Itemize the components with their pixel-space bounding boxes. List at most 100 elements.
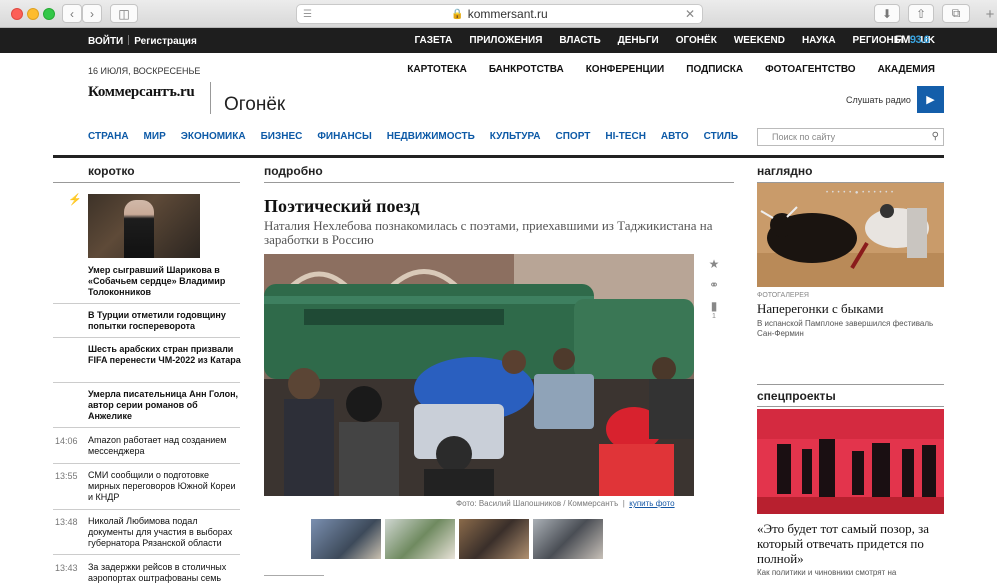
left-heading-line: [53, 182, 240, 183]
secnav-photoagency[interactable]: ФОТОАГЕНТСТВО: [765, 64, 855, 75]
search-input[interactable]: Поиск по сайту ⚲: [757, 128, 944, 146]
gallery-description[interactable]: В испанской Памплоне завершился фестивал…: [757, 319, 947, 339]
news-item[interactable]: За задержки рейсов в столичных аэропорта…: [88, 562, 241, 584]
site-logo[interactable]: Коммерсантъ.ru: [88, 84, 195, 101]
gallery-photo[interactable]: [757, 183, 944, 287]
search-icon[interactable]: ⚲: [932, 131, 939, 142]
section-title[interactable]: Огонёк: [224, 94, 285, 116]
top-nav-weekend[interactable]: WEEKEND: [734, 35, 785, 46]
favorite-star-icon[interactable]: ★: [704, 257, 724, 271]
lightning-icon: ⚡: [68, 194, 82, 206]
gallery-title[interactable]: Наперегонки с быками: [757, 301, 883, 317]
secondary-nav: КАРТОТЕКА БАНКРОТСТВА КОНФЕРЕНЦИИ ПОДПИС…: [385, 64, 935, 75]
nav-finance[interactable]: ФИНАНСЫ: [317, 131, 371, 142]
address-bar[interactable]: ☰ 🔒 kommersant.ru ✕: [296, 4, 703, 24]
news-item[interactable]: Николай Любимова подал документы для уча…: [88, 516, 241, 549]
specproject-image[interactable]: [757, 409, 944, 514]
news-item[interactable]: Amazon работает над созданием мессенджер…: [88, 435, 241, 457]
minimize-window-button[interactable]: [27, 8, 39, 20]
login-links: ВОЙТИ Регистрация: [88, 35, 197, 47]
divider: [53, 509, 240, 510]
top-nav-gazeta[interactable]: ГАЗЕТА: [414, 35, 452, 46]
photo-credit: Фото: Василий Шапошников / Коммерсантъ |…: [456, 499, 675, 508]
secnav-podpiska[interactable]: ПОДПИСКА: [686, 64, 743, 75]
news-time: 13:48: [55, 517, 78, 527]
top-nav-nauka[interactable]: НАУКА: [802, 35, 836, 46]
divider: [53, 382, 240, 383]
top-nav-apps[interactable]: ПРИЛОЖЕНИЯ: [469, 35, 542, 46]
comment-icon[interactable]: ▮ 1: [704, 299, 724, 320]
tabs-button[interactable]: ⧉: [942, 4, 970, 23]
nav-mir[interactable]: МИР: [144, 131, 166, 142]
specproject-description[interactable]: Как политики и чиновники смотрят на: [757, 568, 896, 577]
top-bar: ВОЙТИ Регистрация ГАЗЕТА ПРИЛОЖЕНИЯ ВЛАСТ…: [0, 28, 997, 53]
photo-illustration: [264, 254, 694, 496]
thumbnail[interactable]: [385, 519, 455, 559]
comment-count: 1: [712, 313, 716, 320]
nav-sport[interactable]: СПОРТ: [556, 131, 591, 142]
news-thumbnail[interactable]: [88, 194, 200, 258]
news-item[interactable]: СМИ сообщили о подготовке мирных перегов…: [88, 470, 241, 503]
forward-button[interactable]: ›: [82, 4, 102, 23]
nav-style[interactable]: СТИЛЬ: [704, 131, 738, 142]
downloads-button[interactable]: ⬇: [874, 4, 900, 23]
search-placeholder: Поиск по сайту: [772, 132, 836, 142]
login-link[interactable]: ВОЙТИ: [88, 36, 123, 47]
back-button[interactable]: ‹: [62, 4, 82, 23]
close-window-button[interactable]: [11, 8, 23, 20]
secnav-academy[interactable]: АКАДЕМИЯ: [878, 64, 935, 75]
register-link[interactable]: Регистрация: [134, 36, 197, 47]
top-nav-vlast[interactable]: ВЛАСТЬ: [559, 35, 600, 46]
fm-frequency: 93.6: [909, 34, 930, 46]
nav-business[interactable]: БИЗНЕС: [261, 131, 303, 142]
thumbnail[interactable]: [311, 519, 381, 559]
share-icon[interactable]: ⚭: [704, 278, 724, 292]
secnav-konferencii[interactable]: КОНФЕРЕНЦИИ: [586, 64, 665, 75]
new-tab-icon[interactable]: +: [983, 6, 997, 28]
nav-auto[interactable]: АВТО: [661, 131, 689, 142]
news-item[interactable]: В Турции отметили годовщину попытки госп…: [88, 310, 241, 332]
sidebar-toggle-button[interactable]: ◫: [110, 4, 138, 23]
nav-culture[interactable]: КУЛЬТУРА: [490, 131, 541, 142]
bull-illustration: [757, 183, 944, 287]
photo-thumbnails: [311, 519, 603, 559]
news-item[interactable]: Шесть арабских стран призвали FIFA перен…: [88, 344, 241, 366]
secnav-bankrotstva[interactable]: БАНКРОТСТВА: [489, 64, 564, 75]
specproject-illustration: [757, 409, 944, 514]
top-nav-dengi[interactable]: ДЕНЬГИ: [618, 35, 659, 46]
current-date: 16 ИЮЛЯ, ВОСКРЕСЕНЬЕ: [88, 66, 201, 76]
download-icon: ⬇: [881, 6, 893, 21]
secnav-kartoteka[interactable]: КАРТОТЕКА: [407, 64, 467, 75]
thumbnail[interactable]: [533, 519, 603, 559]
reader-icon[interactable]: ☰: [303, 8, 312, 21]
play-icon: ▶: [926, 94, 935, 106]
divider: [53, 463, 240, 464]
stop-icon[interactable]: ✕: [685, 7, 695, 21]
article-subtitle[interactable]: Наталия Нехлебова познакомилась с поэтам…: [264, 219, 734, 247]
nav-realty[interactable]: НЕДВИЖИМОСТЬ: [387, 131, 475, 142]
nav-hitech[interactable]: HI-TECH: [605, 131, 646, 142]
news-time: 14:06: [55, 436, 78, 446]
specproject-title[interactable]: «Это будет тот самый позор, за который о…: [757, 521, 947, 566]
divider: [53, 554, 240, 555]
article-photo[interactable]: [264, 254, 694, 496]
share-button[interactable]: ⇧: [908, 4, 934, 23]
news-item[interactable]: Умер сыгравший Шарикова в «Собачьем серд…: [88, 265, 241, 298]
nav-strana[interactable]: СТРАНА: [88, 131, 129, 142]
radio-label: Слушать радио: [846, 95, 911, 105]
social-panel: ★ ⚭ ▮ 1: [704, 257, 724, 327]
fm-prefix: FM: [895, 34, 910, 46]
gallery-pager-dots[interactable]: • • • • • ● • • • • • •: [826, 190, 894, 196]
nav-economy[interactable]: ЭКОНОМИКА: [181, 131, 246, 142]
article-title[interactable]: Поэтический поезд: [264, 196, 420, 217]
zoom-window-button[interactable]: [43, 8, 55, 20]
share-icon: ⇧: [915, 6, 927, 21]
thumbnail[interactable]: [459, 519, 529, 559]
buy-photo-link[interactable]: купить фото: [629, 499, 674, 508]
gallery-label: ФОТОГАЛЕРЕЯ: [757, 292, 809, 299]
chevron-left-icon: ‹: [70, 6, 74, 21]
fm-radio-logo[interactable]: FM93.6: [895, 34, 930, 46]
play-radio-button[interactable]: ▶: [917, 86, 944, 113]
top-nav-ogonek[interactable]: ОГОНЁК: [676, 35, 717, 46]
news-item[interactable]: Умерла писательница Анн Голон, автор сер…: [88, 389, 241, 422]
